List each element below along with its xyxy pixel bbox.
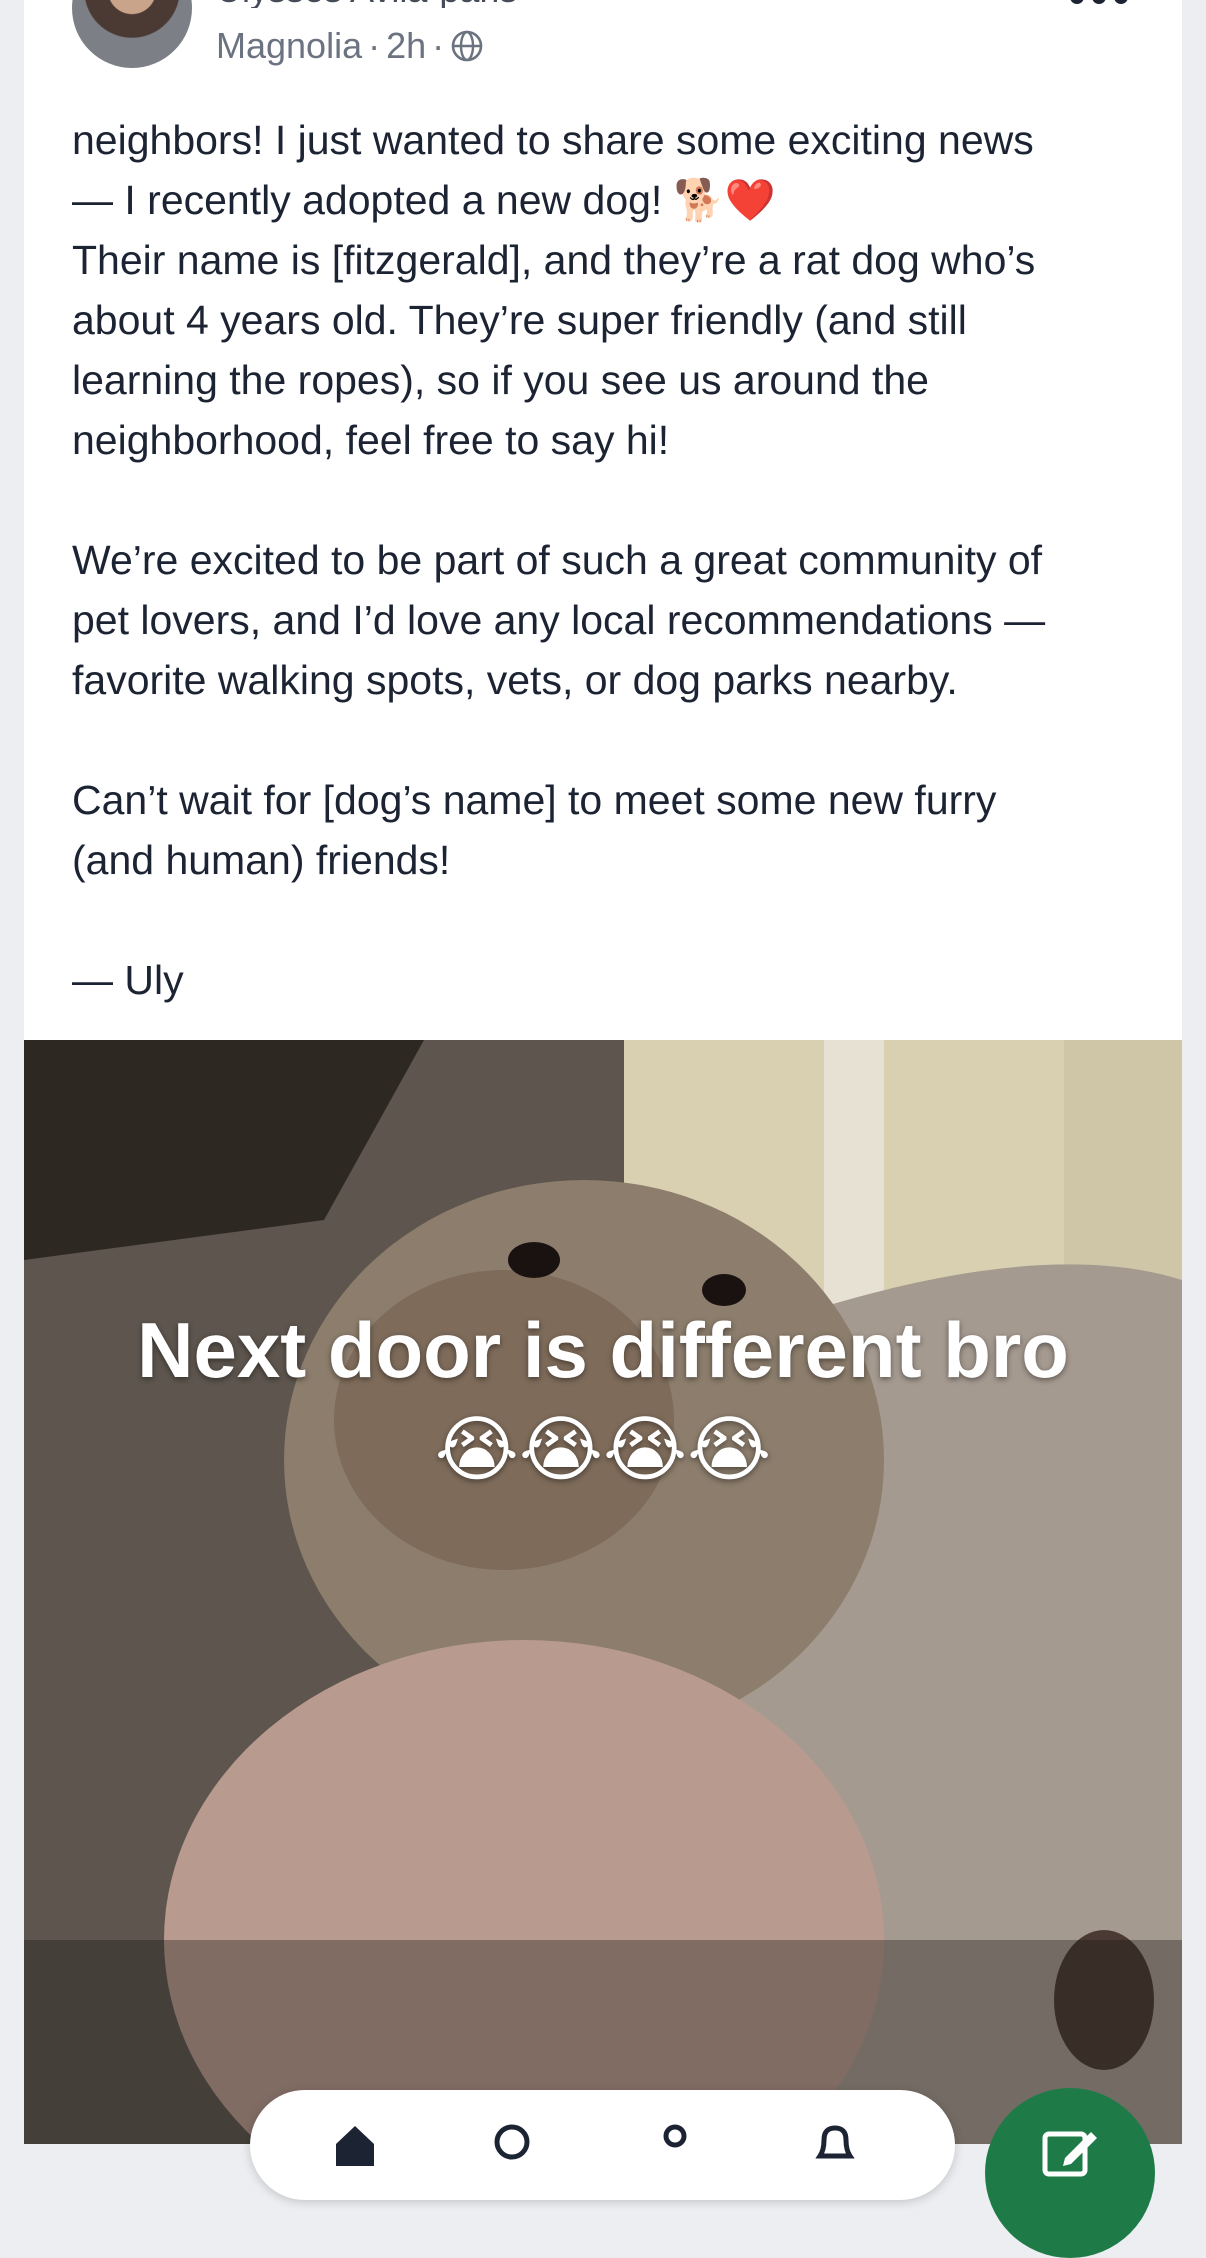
post-body-line: pet lovers, and I’d love any local recom… (72, 597, 1046, 643)
image-caption-emoji: 😭😭😭😭 (434, 1410, 772, 1490)
post-time: 2h (386, 25, 427, 66)
post-body-line: — I recently adopted a new dog! 🐕❤️ (72, 177, 776, 223)
post-location[interactable]: Magnolia (216, 24, 362, 68)
dog-photo (24, 1040, 1182, 2144)
avatar[interactable] (72, 0, 192, 68)
post-body-line: neighbors! I just wanted to share some e… (72, 117, 1034, 163)
home-icon[interactable] (330, 2120, 380, 2170)
post-image[interactable]: Next door is different bro 😭😭😭😭 (24, 1040, 1182, 2144)
post-body-line: Their name is [fitzgerald], and they’re … (72, 237, 1036, 283)
notifications-icon[interactable] (810, 2120, 860, 2170)
image-caption: Next door is different bro (137, 1306, 1069, 1394)
post-signature: — Uly (72, 957, 184, 1003)
compose-button[interactable] (985, 2088, 1155, 2258)
post-card: Ulysses Avila-paris Magnolia · 2h · neig… (24, 0, 1182, 2144)
author-name[interactable]: Ulysses Avila-paris (216, 0, 636, 8)
meta-separator: · (432, 25, 445, 66)
meta-separator: · (368, 25, 381, 66)
post-meta: Magnolia · 2h · (216, 24, 484, 68)
author-name-container: Ulysses Avila-paris (216, 0, 636, 8)
more-options-icon[interactable] (1070, 0, 1130, 10)
profile-icon[interactable] (650, 2120, 700, 2170)
post-body: neighbors! I just wanted to share some e… (72, 110, 1152, 1010)
post-body-line: (and human) friends! (72, 837, 451, 883)
globe-icon (451, 30, 483, 62)
bottom-nav (250, 2090, 955, 2200)
post-body-line: Can’t wait for [dog’s name] to meet some… (72, 777, 997, 823)
post-body-line: favorite walking spots, vets, or dog par… (72, 657, 958, 703)
compose-icon (1042, 2131, 1097, 2177)
post-body-line: neighborhood, feel free to say hi! (72, 417, 670, 463)
post-body-line: We’re excited to be part of such a great… (72, 537, 1043, 583)
search-icon[interactable] (490, 2120, 540, 2170)
post-body-line: about 4 years old. They’re super friendl… (72, 297, 967, 343)
post-body-line: learning the ropes), so if you see us ar… (72, 357, 929, 403)
